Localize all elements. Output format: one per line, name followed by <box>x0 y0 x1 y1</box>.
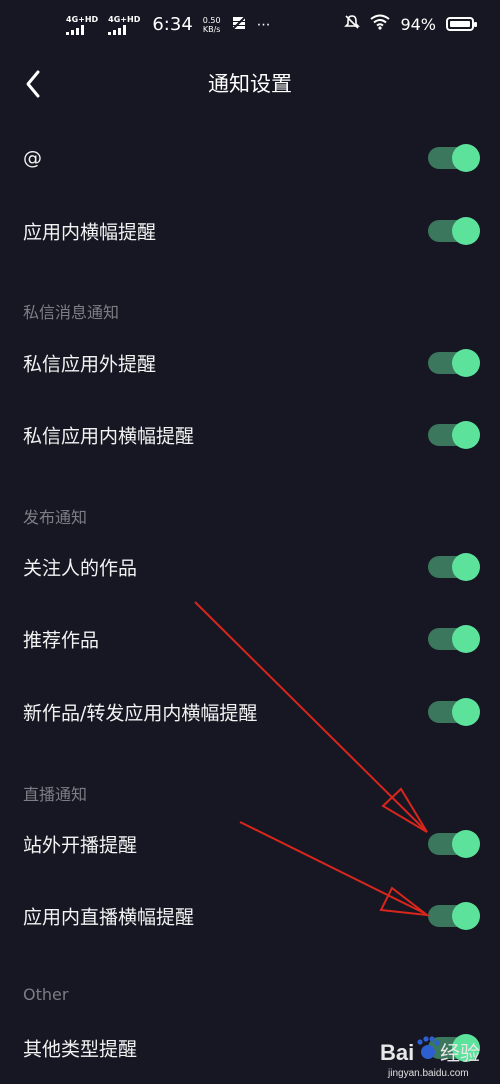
recommended-works-toggle[interactable] <box>428 625 480 653</box>
setting-label: 私信应用内横幅提醒 <box>23 425 195 448</box>
setting-row-in-app-banner: 应用内横幅提醒 <box>0 195 500 267</box>
setting-row-followed-works: 关注人的作品 <box>0 531 500 603</box>
setting-label: @ <box>23 147 42 169</box>
setting-row-live-in-app-banner: 应用内直播横幅提醒 <box>0 880 500 952</box>
setting-label: 应用内横幅提醒 <box>23 221 157 244</box>
nav-bar: 通知设置 <box>0 56 500 108</box>
new-repost-banner-toggle[interactable] <box>428 698 480 726</box>
setting-row-live-out-site: 站外开播提醒 <box>0 808 500 880</box>
speed-value: 0.50 <box>202 15 221 25</box>
setting-label: 其他类型提醒 <box>23 1038 138 1061</box>
speed-unit: KB/s <box>202 24 221 34</box>
network-speed: 0.50 KB/s <box>203 16 221 34</box>
watermark-brand-2: 经验 <box>440 1041 480 1065</box>
watermark-brand: Bai <box>380 1040 414 1065</box>
signal-icon-sim1: 4G+HD <box>66 15 98 35</box>
section-header-dm: 私信消息通知 <box>23 303 120 322</box>
setting-label: 新作品/转发应用内横幅提醒 <box>23 702 258 725</box>
setting-label: 应用内直播横幅提醒 <box>23 906 195 929</box>
dm-in-app-banner-toggle[interactable] <box>428 421 480 449</box>
section-header-other: Other <box>23 985 69 1004</box>
wifi-icon <box>370 14 391 34</box>
network-type-1: 4G+HD <box>66 14 99 24</box>
followed-works-toggle[interactable] <box>428 553 480 581</box>
setting-label: 站外开播提醒 <box>23 834 138 857</box>
setting-row-at: @ <box>0 122 500 194</box>
setting-row-new-repost-banner: 新作品/转发应用内横幅提醒 <box>0 676 500 748</box>
live-out-site-toggle[interactable] <box>428 830 480 858</box>
watermark-url: jingyan.baidu.com <box>387 1068 469 1079</box>
signal-icon-sim2: 4G+HD <box>108 15 140 35</box>
setting-row-dm-in-app-banner: 私信应用内横幅提醒 <box>0 399 500 471</box>
network-type-2: 4G+HD <box>108 14 141 24</box>
data-saver-icon <box>230 14 247 35</box>
clock: 6:34 <box>152 14 193 35</box>
battery-percent: 94% <box>400 14 436 34</box>
dm-out-app-toggle[interactable] <box>428 349 480 377</box>
setting-row-recommended-works: 推荐作品 <box>0 603 500 675</box>
page-title: 通知设置 <box>208 72 292 96</box>
in-app-banner-toggle[interactable] <box>428 217 480 245</box>
section-header-live: 直播通知 <box>23 785 88 804</box>
baidu-watermark: Bai 经验 jingyan.baidu.com <box>374 1030 494 1080</box>
paw-icon <box>417 1036 440 1059</box>
setting-row-dm-out-app: 私信应用外提醒 <box>0 327 500 399</box>
section-header-publish: 发布通知 <box>23 508 88 527</box>
battery-icon <box>446 17 477 31</box>
live-in-app-banner-toggle[interactable] <box>428 902 480 930</box>
mute-icon <box>344 14 361 34</box>
setting-label: 私信应用外提醒 <box>23 353 157 376</box>
more-icon: ⋯ <box>256 16 271 33</box>
setting-label: 关注人的作品 <box>23 557 138 580</box>
status-bar: 4G+HD 4G+HD 6:34 0.50 KB/s ⋯ 94% <box>0 0 500 56</box>
at-toggle[interactable] <box>428 144 480 172</box>
setting-label: 推荐作品 <box>23 629 100 652</box>
